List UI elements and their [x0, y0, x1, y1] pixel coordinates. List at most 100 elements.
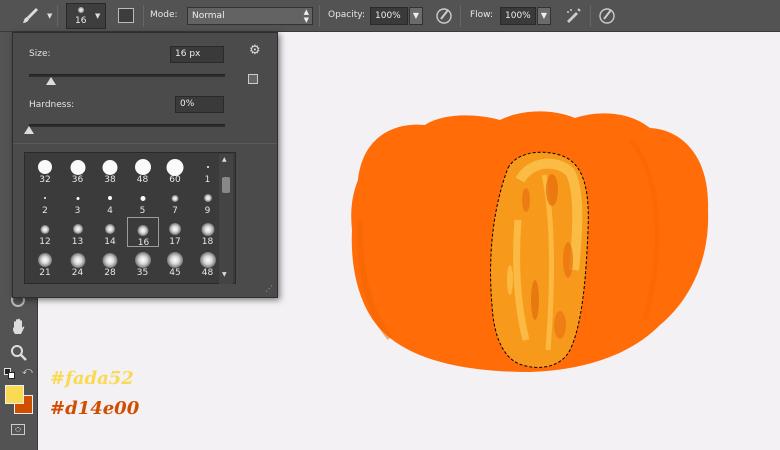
flow-dropdown-button[interactable]: ▼ [537, 7, 551, 25]
resize-grip[interactable]: ⋰ [265, 285, 275, 295]
brush-preset-12[interactable]: 12 [29, 217, 61, 247]
flow-input[interactable]: 100% [500, 7, 536, 25]
brush-tip-icon [102, 252, 118, 268]
tablet-pressure-opacity-button[interactable] [433, 6, 455, 26]
options-bar: ▼ 16 ▼ Mode: Normal ▲ ▼ Opacity: 100% ▼ F… [0, 0, 780, 32]
brush-presets-grid: 32 36 38 48 60 1 2 3 4 5 7 9 12 13 14 16 17 18 21 24 28 35 45 4… [24, 152, 236, 284]
quickmask-button[interactable] [9, 422, 29, 438]
brush-preset-17[interactable]: 17 [159, 217, 191, 247]
canvas-artwork [330, 100, 730, 393]
brush-tip-icon [38, 160, 52, 174]
brush-preset-size-label: 14 [104, 237, 116, 247]
chevron-down-icon: ▼ [47, 12, 53, 20]
brush-tip-icon [70, 252, 85, 268]
foreground-hex-label: #fada52 [50, 368, 134, 389]
hardness-slider-track[interactable] [29, 124, 225, 127]
opacity-input[interactable]: 100% [370, 7, 408, 25]
scroll-thumb[interactable] [222, 177, 230, 193]
brush-tip-icon [105, 224, 115, 234]
hardness-slider-thumb[interactable] [24, 126, 34, 134]
brush-preset-size-label: 28 [104, 268, 116, 278]
hand-tool-button[interactable] [8, 316, 30, 338]
brush-tip-icon [44, 197, 46, 199]
brush-preset-48[interactable]: 48 [127, 155, 159, 185]
brush-preset-size-label: 3 [74, 206, 81, 216]
brush-preset-3[interactable]: 3 [62, 186, 94, 216]
size-input[interactable]: 16 px [170, 46, 224, 63]
new-preset-button[interactable] [247, 73, 261, 87]
divider [319, 5, 320, 27]
brush-tip-icon [134, 159, 151, 175]
brush-preset-size-label: 36 [71, 175, 84, 185]
brush-tip-icon [137, 224, 148, 236]
hardness-input[interactable]: 0% [175, 96, 224, 113]
mode-label: Mode: [150, 10, 178, 20]
tablet-pressure-icon [435, 7, 453, 28]
hardness-value: 0% [180, 99, 195, 109]
brush-preset-size-label: 4 [107, 206, 113, 216]
brush-tool-preset-button[interactable]: ▼ [20, 6, 52, 26]
brush-tip-icon [102, 159, 118, 175]
tablet-pressure-size-button[interactable] [596, 6, 618, 26]
brush-preset-4[interactable]: 4 [94, 186, 126, 216]
default-colors-icon-back [8, 372, 15, 379]
scroll-down-arrow[interactable]: ▼ [222, 271, 227, 278]
brush-tip-icon [76, 196, 79, 200]
brush-preset-size-label: 45 [169, 268, 181, 278]
brush-preset-size-label: 5 [139, 206, 146, 216]
zoom-tool-button[interactable] [8, 342, 30, 364]
brush-panel-icon [118, 8, 134, 23]
brush-preset-32[interactable]: 32 [29, 155, 61, 185]
scroll-up-arrow[interactable]: ▲ [222, 156, 227, 163]
brush-preset-5[interactable]: 5 [127, 186, 159, 216]
brush-preset-size-label: 48 [136, 175, 149, 185]
swap-colors-button[interactable]: ⤺ [22, 366, 34, 378]
brush-preset-24[interactable]: 24 [62, 248, 94, 278]
airbrush-button[interactable] [562, 6, 584, 26]
foreground-color-swatch[interactable] [5, 385, 24, 404]
brush-preset-14[interactable]: 14 [94, 217, 126, 247]
brush-tip-icon [166, 158, 184, 176]
default-colors-button[interactable] [4, 368, 16, 380]
size-slider-track[interactable] [29, 74, 225, 77]
brush-preset-picker: Size: 16 px ⚙ Hardness: 0% 32 36 38 48 60 1 2 3… [12, 32, 278, 298]
brush-tip-icon [206, 166, 209, 168]
presets-scrollbar[interactable]: ▲ ▼ [219, 154, 233, 284]
divider [57, 5, 58, 27]
brush-tip-icon [108, 196, 112, 200]
brush-preset-size-label: 2 [42, 206, 48, 216]
chevron-down-icon: ▼ [540, 11, 548, 20]
brush-preset-size-label: 60 [169, 175, 181, 185]
brush-tip-icon [201, 222, 214, 236]
brush-preset-60[interactable]: 60 [159, 155, 191, 185]
background-hex-label: #d14e00 [50, 398, 140, 419]
brush-preset-size-label: 7 [172, 206, 178, 216]
brush-preset-13[interactable]: 13 [62, 217, 94, 247]
picker-settings-button[interactable]: ⚙ [249, 43, 265, 59]
brush-preset-36[interactable]: 36 [62, 155, 94, 185]
brush-preset-7[interactable]: 7 [159, 186, 191, 216]
flow-value: 100% [505, 11, 531, 21]
airbrush-icon [564, 7, 582, 28]
updown-arrows-icon: ▲ ▼ [303, 8, 309, 24]
size-slider-thumb[interactable] [45, 77, 56, 85]
mode-select[interactable]: Normal ▲ ▼ [187, 7, 313, 25]
brush-preset-21[interactable]: 21 [29, 248, 61, 278]
toggle-brush-panel-button[interactable] [115, 6, 137, 26]
new-preset-icon [248, 74, 258, 84]
brush-preset-picker-button[interactable]: 16 ▼ [66, 3, 106, 29]
brush-preset-38[interactable]: 38 [94, 155, 126, 185]
brush-tip-icon [38, 253, 52, 267]
brush-preset-16[interactable]: 16 [126, 217, 159, 248]
brush-preset-2[interactable]: 2 [29, 186, 61, 216]
brush-preset-45[interactable]: 45 [159, 248, 191, 278]
size-label: Size: [29, 49, 51, 59]
opacity-dropdown-button[interactable]: ▼ [409, 7, 423, 25]
brush-preset-size-label: 21 [39, 268, 51, 278]
brush-preset-28[interactable]: 28 [94, 248, 126, 278]
brush-preset-35[interactable]: 35 [127, 248, 159, 278]
brush-preset-size-label: 38 [104, 175, 116, 185]
tablet-pressure-icon [598, 7, 616, 28]
brush-preset-size-label: 12 [39, 237, 51, 247]
brush-tip-icon [134, 252, 151, 268]
